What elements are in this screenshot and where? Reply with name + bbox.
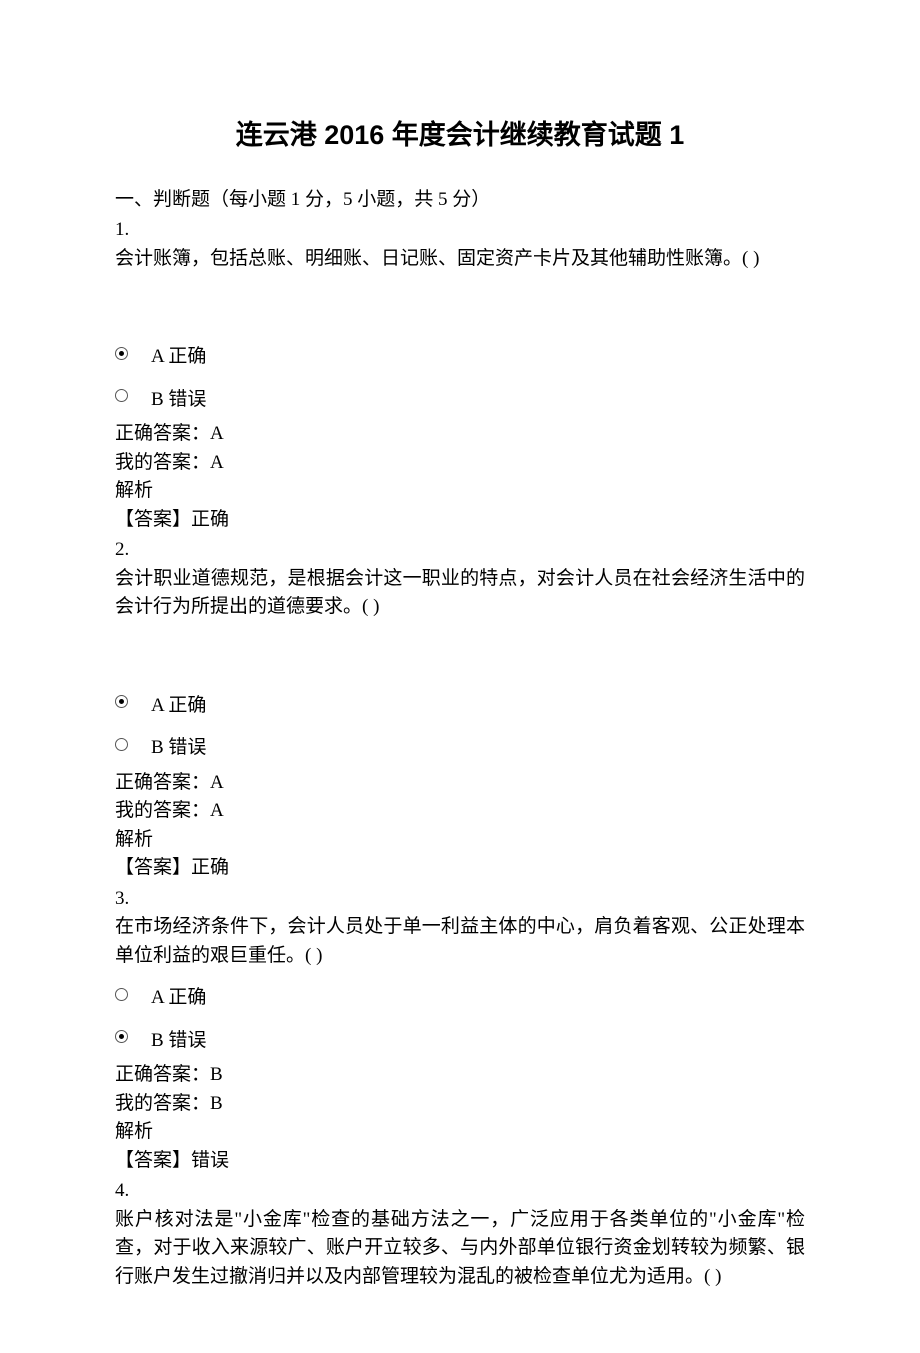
- q2-option-b-label: B 错误: [151, 726, 206, 763]
- radio-selected-icon: [115, 695, 128, 708]
- q1-stem: 会计账簿，包括总账、明细账、日记账、固定资产卡片及其他辅助性账簿。( ): [115, 245, 805, 274]
- q1-option-a-label: A 正确: [151, 335, 206, 372]
- q1-option-a[interactable]: A 正确: [115, 335, 805, 372]
- q2-number: 2.: [115, 536, 805, 565]
- q2-option-b[interactable]: B 错误: [115, 726, 805, 763]
- q2-option-a[interactable]: A 正确: [115, 684, 805, 721]
- q3-option-b-label: B 错误: [151, 1019, 206, 1056]
- q4-stem: 账户核对法是"小金库"检查的基础方法之一，广泛应用于各类单位的"小金库"检查，对…: [115, 1206, 805, 1292]
- q3-option-b[interactable]: B 错误: [115, 1019, 805, 1056]
- page-title: 连云港 2016 年度会计继续教育试题 1: [115, 115, 805, 156]
- q2-stem: 会计职业道德规范，是根据会计这一职业的特点，对会计人员在社会经济生活中的会计行为…: [115, 565, 805, 622]
- q1-option-b-label: B 错误: [151, 378, 206, 415]
- radio-icon: [115, 988, 128, 1001]
- q1-explanation: 【答案】正确: [115, 506, 805, 535]
- q2-correct-answer: 正确答案：A: [115, 769, 805, 798]
- section-heading: 一、判断题（每小题 1 分，5 小题，共 5 分）: [115, 186, 805, 215]
- q2-my-answer: 我的答案：A: [115, 797, 805, 826]
- q1-my-answer: 我的答案：A: [115, 449, 805, 478]
- q1-explanation-label: 解析: [115, 477, 805, 506]
- q1-number: 1.: [115, 216, 805, 245]
- radio-icon: [115, 389, 128, 402]
- q3-number: 3.: [115, 885, 805, 914]
- q4-number: 4.: [115, 1177, 805, 1206]
- q1-correct-answer: 正确答案：A: [115, 420, 805, 449]
- q2-explanation: 【答案】正确: [115, 854, 805, 883]
- q3-option-a[interactable]: A 正确: [115, 976, 805, 1013]
- radio-icon: [115, 738, 128, 751]
- q3-correct-answer: 正确答案：B: [115, 1061, 805, 1090]
- q3-my-answer: 我的答案：B: [115, 1090, 805, 1119]
- q3-explanation-label: 解析: [115, 1118, 805, 1147]
- q3-stem: 在市场经济条件下，会计人员处于单一利益主体的中心，肩负着客观、公正处理本单位利益…: [115, 913, 805, 970]
- q2-explanation-label: 解析: [115, 826, 805, 855]
- q3-explanation: 【答案】错误: [115, 1147, 805, 1176]
- radio-selected-icon: [115, 1030, 128, 1043]
- q3-option-a-label: A 正确: [151, 976, 206, 1013]
- q1-option-b[interactable]: B 错误: [115, 378, 805, 415]
- radio-selected-icon: [115, 347, 128, 360]
- q2-option-a-label: A 正确: [151, 684, 206, 721]
